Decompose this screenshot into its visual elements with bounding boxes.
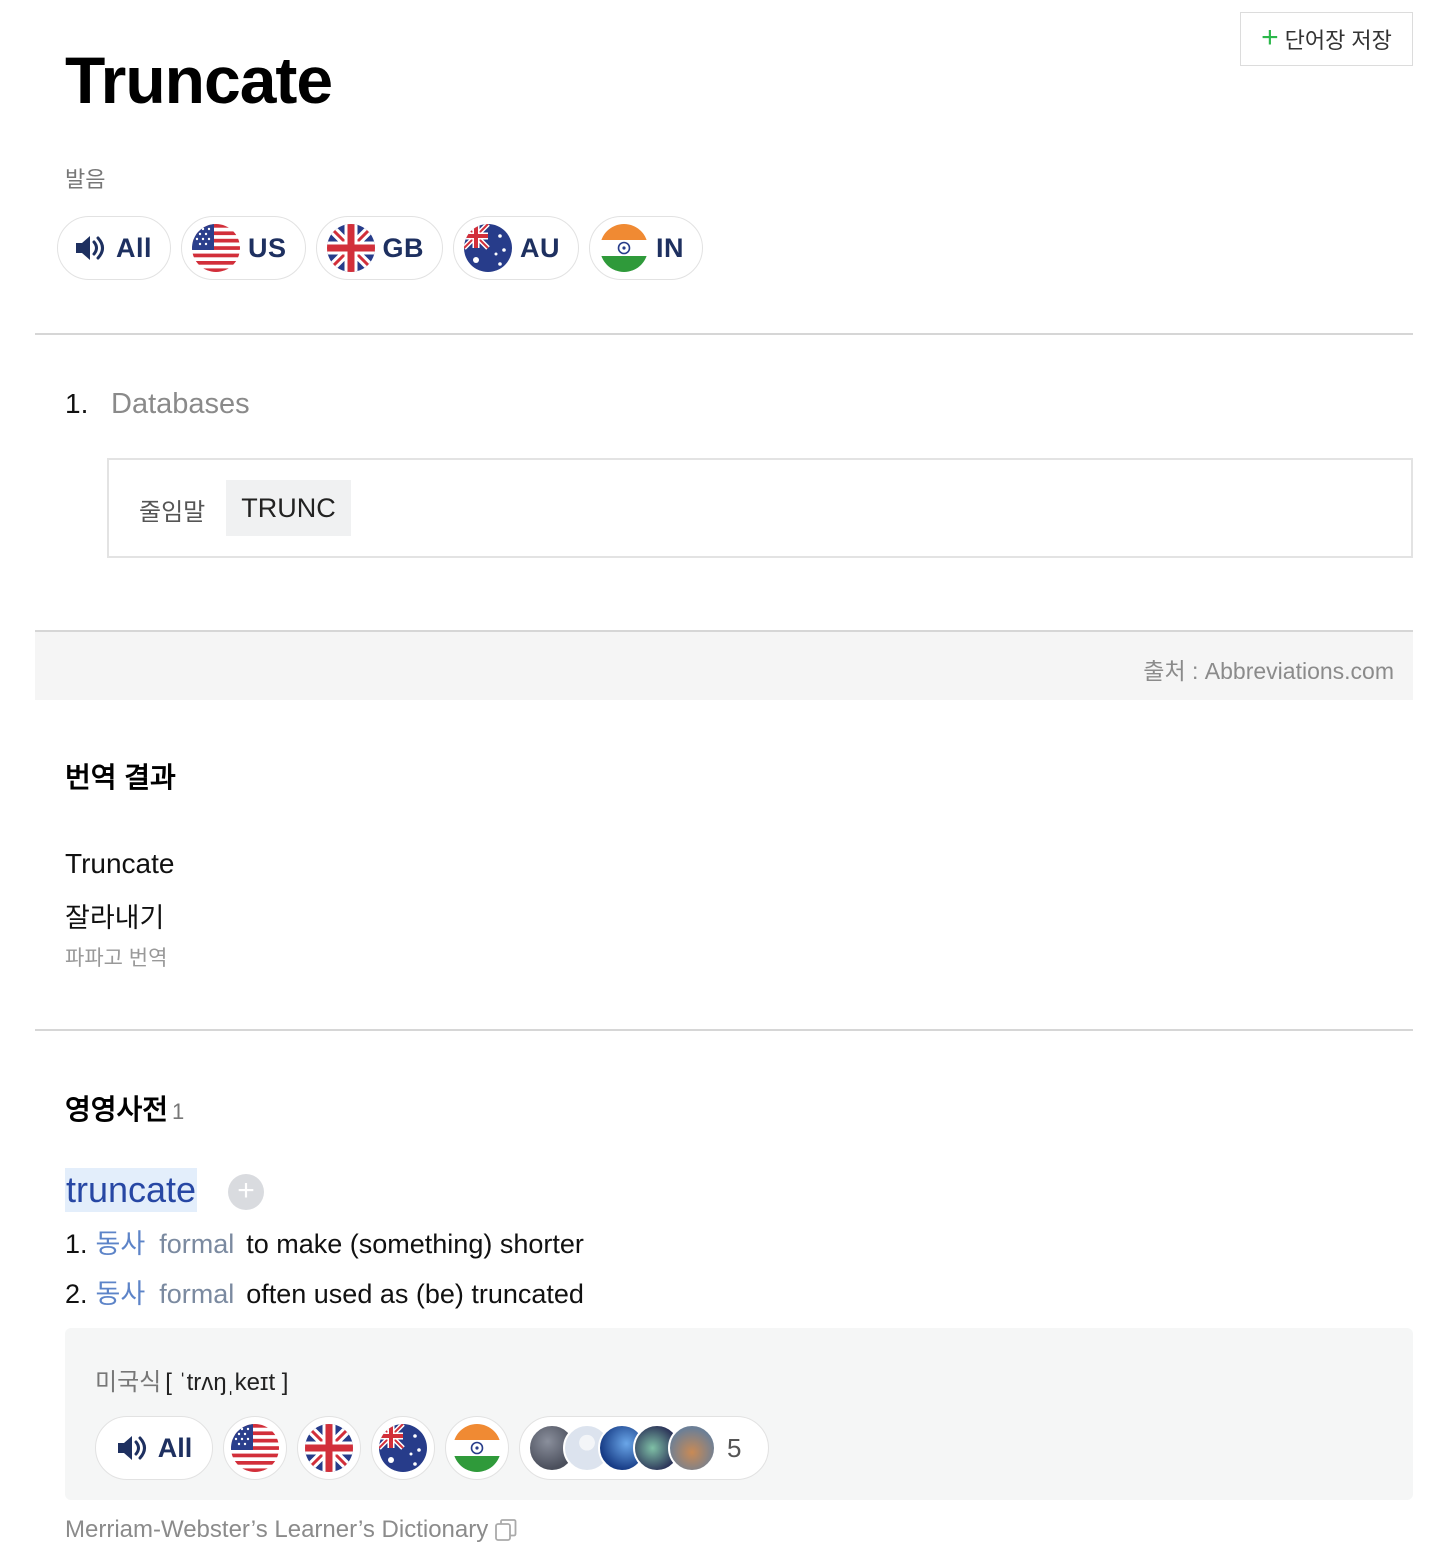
play-au-button[interactable] [371, 1416, 435, 1480]
user-avatars [528, 1424, 716, 1472]
play-gb-label: GB [382, 232, 425, 263]
definition-category: Databases [111, 388, 250, 420]
english-dictionary-title: 영영사전 1 [65, 1088, 184, 1128]
english-dictionary-count: 1 [172, 1099, 185, 1124]
user-recordings-count: 5 [727, 1432, 742, 1463]
pronunciation-label: 발음 [65, 167, 106, 192]
play-in-button[interactable] [445, 1416, 509, 1480]
phonetic-line: 미국식[ ˈtrʌŋˌkeɪt ] [95, 1362, 288, 1397]
pronunciation-panel: 미국식[ ˈtrʌŋˌkeɪt ] All 5 [65, 1328, 1413, 1500]
dictionary-source-link[interactable]: Merriam-Webster’s Learner’s Dictionary [65, 1516, 518, 1544]
sense-item: 1. 동사 formal to make (something) shorter [65, 1222, 584, 1261]
abbreviation-value[interactable]: TRUNC [226, 480, 351, 536]
us-flag-icon [192, 224, 241, 272]
play-all-label: All [157, 1432, 193, 1463]
divider [35, 1029, 1413, 1031]
gb-flag-icon [326, 224, 375, 272]
play-us-label: US [248, 232, 287, 263]
user-recordings-button[interactable]: 5 [519, 1416, 769, 1480]
in-flag-icon [600, 224, 649, 272]
divider [35, 333, 1413, 335]
play-all-button[interactable]: All [95, 1416, 213, 1480]
sense-number: 2. [65, 1279, 88, 1309]
avatar [668, 1424, 716, 1472]
speaker-icon [117, 1436, 146, 1460]
plus-icon: + [1261, 20, 1279, 54]
play-all-button[interactable]: All [57, 216, 172, 280]
english-dictionary-title-text: 영영사전 [65, 1094, 169, 1125]
copy-icon [495, 1519, 517, 1541]
gb-flag-icon [305, 1424, 353, 1472]
translation-result-text: 잘라내기 [65, 903, 165, 933]
entry-word-link[interactable]: truncate [65, 1168, 198, 1212]
dictionary-source-text: Merriam-Webster’s Learner’s Dictionary [65, 1516, 489, 1543]
translation-provider: 파파고 번역 [65, 947, 168, 970]
play-in-label: IN [656, 232, 685, 263]
play-gb-button[interactable]: GB [315, 216, 444, 280]
play-us-button[interactable] [223, 1416, 287, 1480]
sense-number: 1. [65, 1229, 88, 1259]
register-label: formal [159, 1279, 235, 1309]
abbreviation-source[interactable]: 출처 : Abbreviations.com [1143, 652, 1394, 686]
save-button-label: 단어장 저장 [1284, 28, 1392, 53]
part-of-speech: 동사 [95, 1229, 146, 1259]
in-flag-icon [453, 1424, 501, 1472]
save-to-wordbook-button[interactable]: + 단어장 저장 [1240, 12, 1413, 66]
us-flag-icon [231, 1424, 279, 1472]
translation-section-title: 번역 결과 [65, 762, 176, 793]
play-in-button[interactable]: IN [589, 216, 704, 280]
phonetic-label: 미국식 [95, 1369, 162, 1396]
source-bar: 출처 : Abbreviations.com [35, 632, 1413, 700]
au-flag-icon [464, 224, 513, 272]
play-gb-button[interactable] [297, 1416, 361, 1480]
play-all-label: All [116, 232, 153, 263]
play-us-button[interactable]: US [181, 216, 306, 280]
play-au-label: AU [520, 232, 561, 263]
au-flag-icon [379, 1424, 427, 1472]
sense-definition: often used as (be) truncated [246, 1279, 584, 1309]
add-to-wordbook-icon[interactable]: + [228, 1174, 264, 1210]
sense-definition: to make (something) shorter [246, 1229, 584, 1259]
sense-item: 2. 동사 formal often used as (be) truncate… [65, 1272, 584, 1311]
phonetic-transcription: [ ˈtrʌŋˌkeɪt ] [165, 1369, 289, 1396]
headword: Truncate [65, 43, 333, 117]
definition-number: 1. [65, 388, 89, 419]
pronunciation-buttons-secondary: All 5 [95, 1416, 769, 1480]
pronunciation-buttons: All US GB AU IN [57, 216, 704, 280]
speaker-icon [76, 236, 104, 260]
translation-source-text: Truncate [65, 848, 175, 879]
register-label: formal [159, 1229, 235, 1259]
play-au-button[interactable]: AU [453, 216, 580, 280]
part-of-speech: 동사 [95, 1279, 146, 1309]
abbreviation-label: 줄임말 [139, 499, 206, 526]
